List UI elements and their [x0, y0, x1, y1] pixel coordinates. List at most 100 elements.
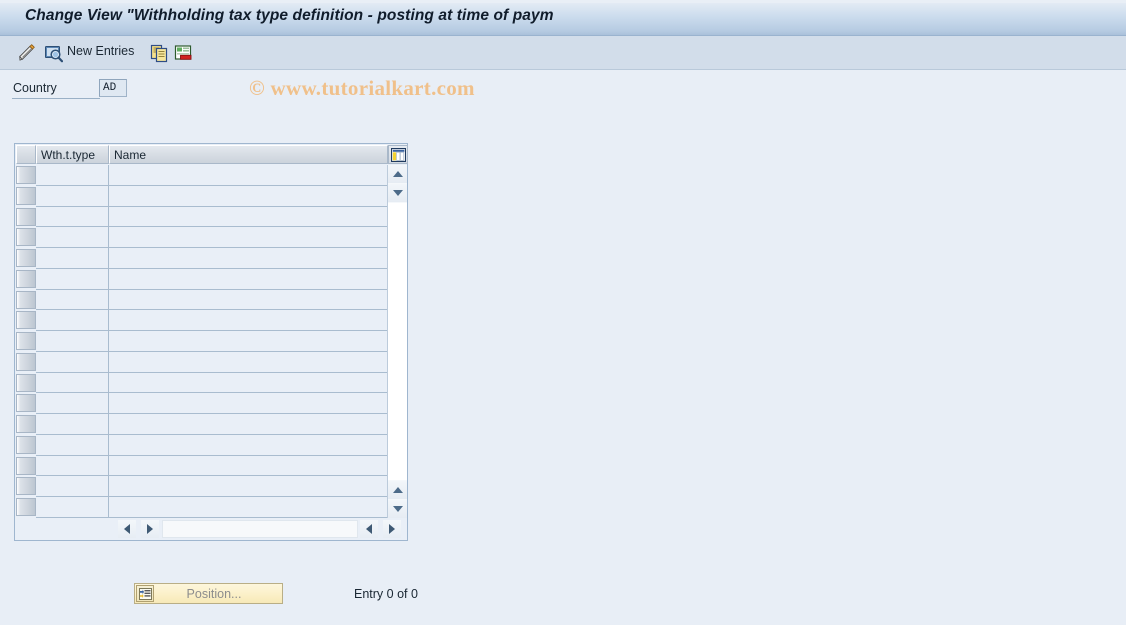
select-detail-button[interactable]	[42, 41, 64, 65]
cell-wth-t-type[interactable]	[36, 185, 109, 207]
cell-name[interactable]	[109, 351, 388, 373]
table-row[interactable]	[15, 372, 388, 394]
row-select-button[interactable]	[16, 166, 36, 184]
cell-name[interactable]	[109, 248, 388, 269]
column-header-name[interactable]: Name	[109, 145, 388, 164]
table-row[interactable]	[15, 289, 388, 311]
row-select-button[interactable]	[16, 456, 36, 475]
cell-name[interactable]	[109, 434, 388, 456]
scroll-left-button-first[interactable]	[118, 520, 136, 538]
scroll-right-icon	[389, 524, 395, 534]
table-row[interactable]	[15, 351, 388, 373]
cell-wth-t-type[interactable]	[36, 351, 109, 373]
table-vertical-scrollbar[interactable]	[387, 165, 407, 518]
delete-row-button[interactable]	[172, 41, 194, 65]
cell-name[interactable]	[109, 497, 388, 518]
scroll-down-icon	[392, 506, 403, 512]
cell-name[interactable]	[109, 227, 388, 248]
scroll-right-button-second[interactable]	[383, 520, 401, 538]
cell-wth-t-type[interactable]	[36, 497, 109, 518]
scroll-left-icon	[366, 524, 372, 534]
copy-as-button[interactable]	[148, 41, 170, 65]
cell-wth-t-type[interactable]	[36, 331, 109, 352]
cell-wth-t-type[interactable]	[36, 455, 109, 477]
table-row[interactable]	[15, 206, 388, 228]
row-select-button[interactable]	[16, 352, 36, 371]
country-input[interactable]: AD	[99, 79, 127, 97]
cell-name[interactable]	[109, 310, 388, 331]
position-button-label: Position...	[186, 586, 242, 601]
scroll-right-button-first[interactable]	[141, 520, 159, 538]
cell-wth-t-type[interactable]	[36, 268, 109, 290]
row-select-button[interactable]	[16, 415, 36, 433]
cell-wth-t-type[interactable]	[36, 165, 109, 186]
table-settings-button[interactable]	[388, 145, 408, 164]
scroll-down-button-bottom[interactable]	[388, 500, 407, 518]
select-all-header-cell[interactable]	[16, 145, 36, 164]
row-select-button[interactable]	[16, 498, 36, 516]
row-select-button[interactable]	[16, 228, 36, 247]
row-select-button[interactable]	[16, 332, 36, 350]
column-header-wth-t-type[interactable]: Wth.t.type	[36, 145, 109, 164]
scroll-up-button-bottom[interactable]	[388, 481, 407, 499]
table-row[interactable]	[15, 268, 388, 290]
cell-name[interactable]	[109, 185, 388, 207]
row-select-button[interactable]	[16, 311, 36, 330]
row-select-button[interactable]	[16, 373, 36, 392]
scroll-left-button-second[interactable]	[360, 520, 378, 538]
magnifier-detail-icon	[44, 45, 63, 62]
table-row[interactable]	[15, 497, 388, 518]
cell-name[interactable]	[109, 268, 388, 290]
horizontal-scroll-track[interactable]	[162, 520, 358, 538]
table-row[interactable]	[15, 185, 388, 207]
table-row[interactable]	[15, 455, 388, 477]
position-button[interactable]: Position...	[134, 583, 283, 604]
row-select-button[interactable]	[16, 477, 36, 496]
cell-name[interactable]	[109, 206, 388, 228]
position-icon	[138, 587, 152, 600]
cell-name[interactable]	[109, 331, 388, 352]
row-select-button[interactable]	[16, 207, 36, 226]
cell-name[interactable]	[109, 393, 388, 414]
table-row[interactable]	[15, 248, 388, 269]
cell-name[interactable]	[109, 372, 388, 394]
table-row[interactable]	[15, 227, 388, 248]
cell-wth-t-type[interactable]	[36, 372, 109, 394]
table-row[interactable]	[15, 165, 388, 186]
table-row[interactable]	[15, 414, 388, 435]
table-body	[15, 165, 388, 518]
cell-wth-t-type[interactable]	[36, 476, 109, 497]
table-row[interactable]	[15, 434, 388, 456]
row-select-button[interactable]	[16, 269, 36, 288]
country-field-row: Country AD	[0, 78, 1126, 102]
scroll-up-button-top[interactable]	[388, 165, 407, 183]
window-title-bar: Change View "Withholding tax type defini…	[0, 0, 1126, 36]
cell-wth-t-type[interactable]	[36, 227, 109, 248]
cell-name[interactable]	[109, 289, 388, 311]
table-row[interactable]	[15, 393, 388, 414]
row-select-button[interactable]	[16, 249, 36, 267]
table-row[interactable]	[15, 310, 388, 331]
table-row[interactable]	[15, 331, 388, 352]
new-entries-button[interactable]: New Entries	[67, 44, 134, 58]
row-select-button[interactable]	[16, 394, 36, 413]
cell-wth-t-type[interactable]	[36, 393, 109, 414]
cell-wth-t-type[interactable]	[36, 434, 109, 456]
cell-wth-t-type[interactable]	[36, 414, 109, 435]
cell-name[interactable]	[109, 165, 388, 186]
row-select-button[interactable]	[16, 435, 36, 454]
cell-wth-t-type[interactable]	[36, 206, 109, 228]
cell-wth-t-type[interactable]	[36, 289, 109, 311]
vertical-scroll-track[interactable]	[388, 203, 407, 480]
table-horizontal-scrollbar[interactable]	[15, 518, 407, 540]
row-select-button[interactable]	[16, 186, 36, 205]
cell-wth-t-type[interactable]	[36, 248, 109, 269]
scroll-down-button-top[interactable]	[388, 184, 407, 202]
row-select-button[interactable]	[16, 290, 36, 309]
cell-name[interactable]	[109, 476, 388, 497]
cell-name[interactable]	[109, 455, 388, 477]
cell-name[interactable]	[109, 414, 388, 435]
table-row[interactable]	[15, 476, 388, 497]
display-change-button[interactable]	[16, 41, 38, 65]
cell-wth-t-type[interactable]	[36, 310, 109, 331]
